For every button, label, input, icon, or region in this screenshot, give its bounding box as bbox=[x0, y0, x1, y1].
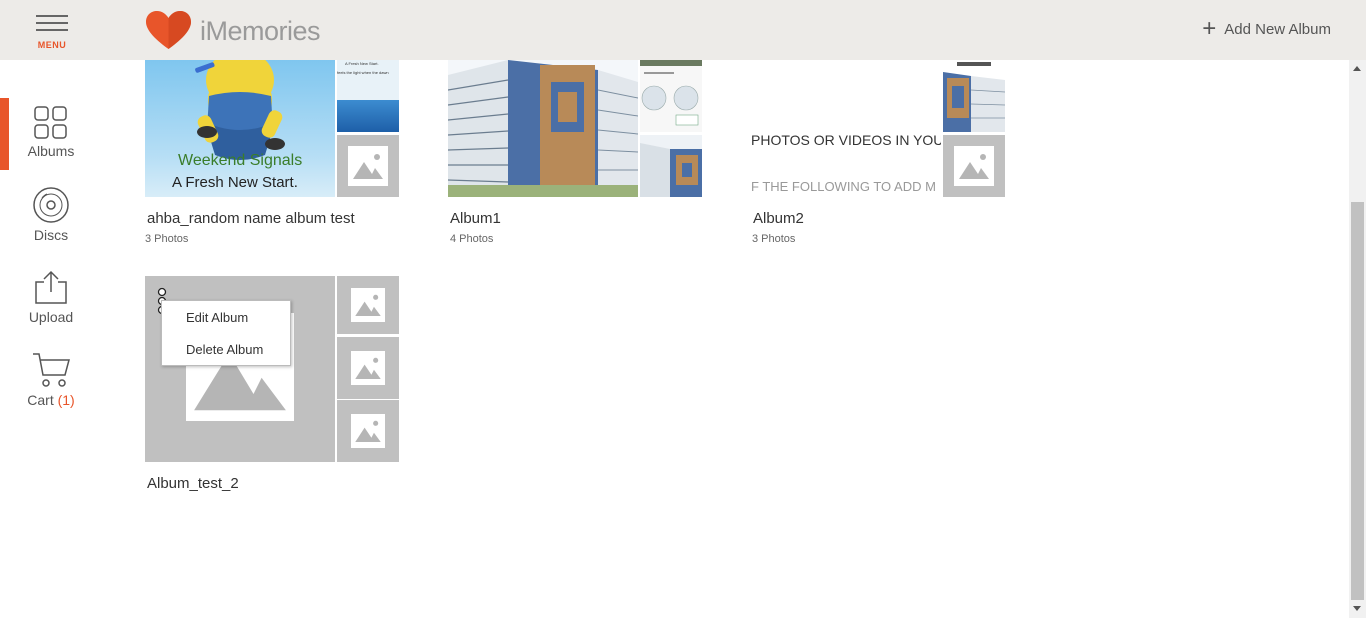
logo-text: iMemories bbox=[200, 15, 321, 46]
sidebar-item-discs[interactable]: Discs bbox=[0, 186, 102, 243]
album-title[interactable]: Album2 bbox=[753, 210, 804, 227]
hamburger-icon-bar bbox=[36, 22, 68, 24]
top-header: MENU iMemories + Add New Album bbox=[0, 0, 1366, 60]
building-thumb-image bbox=[640, 135, 702, 197]
image-placeholder-icon bbox=[954, 146, 994, 186]
cover-text-line2: A Fresh New Start. bbox=[172, 174, 298, 191]
album-cover[interactable] bbox=[448, 60, 638, 197]
photo-placeholder bbox=[337, 400, 399, 462]
delete-album-menu-item[interactable]: Delete Album bbox=[186, 342, 263, 357]
sidebar: Albums Discs Upload Cart (1) bbox=[0, 60, 100, 618]
photo-placeholder bbox=[337, 337, 399, 399]
thumb-caption: feels the light when the dawn bbox=[337, 70, 389, 75]
album-thumb bbox=[640, 135, 702, 197]
sidebar-item-label: Discs bbox=[33, 227, 69, 243]
plus-icon: + bbox=[1202, 15, 1217, 42]
album-photo-count: 4 Photos bbox=[450, 233, 494, 245]
disc-icon bbox=[33, 187, 69, 223]
album-thumb bbox=[640, 60, 702, 132]
album-photo-count: 3 Photos bbox=[752, 233, 796, 245]
cover-text-line1: Weekend Signals bbox=[178, 152, 303, 169]
edit-album-menu-item[interactable]: Edit Album bbox=[186, 310, 248, 325]
document-thumb-image bbox=[640, 60, 702, 132]
menu-button[interactable]: MENU bbox=[34, 12, 70, 52]
sidebar-item-cart[interactable]: Cart (1) bbox=[0, 351, 102, 408]
cart-icon bbox=[33, 353, 70, 387]
menu-label: MENU bbox=[37, 40, 67, 50]
add-new-album-label: Add New Album bbox=[1224, 20, 1331, 38]
thumb-caption: A Fresh New Start. bbox=[345, 61, 379, 66]
image-placeholder-icon bbox=[351, 288, 385, 322]
scroll-up-arrow-icon[interactable] bbox=[1353, 66, 1361, 71]
logo[interactable]: iMemories bbox=[145, 11, 321, 51]
photo-placeholder bbox=[943, 135, 1005, 197]
add-new-album-button[interactable]: + Add New Album bbox=[1202, 15, 1331, 42]
hamburger-icon-bar bbox=[36, 29, 68, 31]
photo-placeholder bbox=[337, 135, 399, 197]
hamburger-icon bbox=[36, 15, 68, 17]
building-image bbox=[448, 60, 638, 197]
album-card[interactable]: Album1 4 Photos bbox=[448, 60, 704, 250]
album-title[interactable]: Album1 bbox=[450, 210, 501, 227]
grid-icon bbox=[34, 106, 67, 139]
album-photo-count: 3 Photos bbox=[145, 233, 189, 245]
album-thumb bbox=[943, 60, 1005, 132]
sidebar-item-albums[interactable]: Albums bbox=[0, 106, 102, 159]
vertical-scrollbar[interactable] bbox=[1349, 60, 1366, 618]
sidebar-item-label: Albums bbox=[27, 143, 75, 159]
sidebar-item-label: Cart bbox=[27, 392, 54, 408]
album-context-menu: Edit Album Delete Album bbox=[161, 300, 291, 366]
cover-text-line1: PHOTOS OR VIDEOS IN YOUR bbox=[751, 132, 941, 148]
album-cover[interactable]: PHOTOS OR VIDEOS IN YOUR F THE FOLLOWING… bbox=[751, 60, 941, 197]
cover-text-line2: F THE FOLLOWING TO ADD M bbox=[751, 179, 936, 194]
album-card[interactable]: Weekend Signals A Fresh New Start. A Fre… bbox=[145, 60, 401, 250]
scroll-thumb[interactable] bbox=[1351, 202, 1364, 600]
upload-icon bbox=[35, 270, 67, 304]
photo-placeholder bbox=[337, 276, 399, 334]
image-placeholder-icon bbox=[351, 414, 385, 448]
cart-count-badge: (1) bbox=[57, 392, 75, 408]
building-thumb-image bbox=[943, 60, 1005, 132]
album-title[interactable]: Album_test_2 bbox=[147, 475, 239, 492]
album-thumb: A Fresh New Start. feels the light when … bbox=[337, 60, 399, 132]
image-placeholder-icon bbox=[351, 351, 385, 385]
heart-logo-icon bbox=[146, 11, 191, 49]
album-card[interactable]: PHOTOS OR VIDEOS IN YOUR F THE FOLLOWING… bbox=[751, 60, 1007, 250]
image-placeholder-icon bbox=[348, 146, 388, 186]
album-cover[interactable]: Weekend Signals A Fresh New Start. bbox=[145, 60, 335, 197]
sea-image bbox=[337, 100, 399, 132]
album-title[interactable]: ahba_random name album test bbox=[147, 210, 355, 227]
sidebar-item-label: Upload bbox=[28, 309, 74, 325]
scroll-down-arrow-icon[interactable] bbox=[1353, 606, 1361, 611]
sidebar-item-upload[interactable]: Upload bbox=[0, 270, 102, 325]
